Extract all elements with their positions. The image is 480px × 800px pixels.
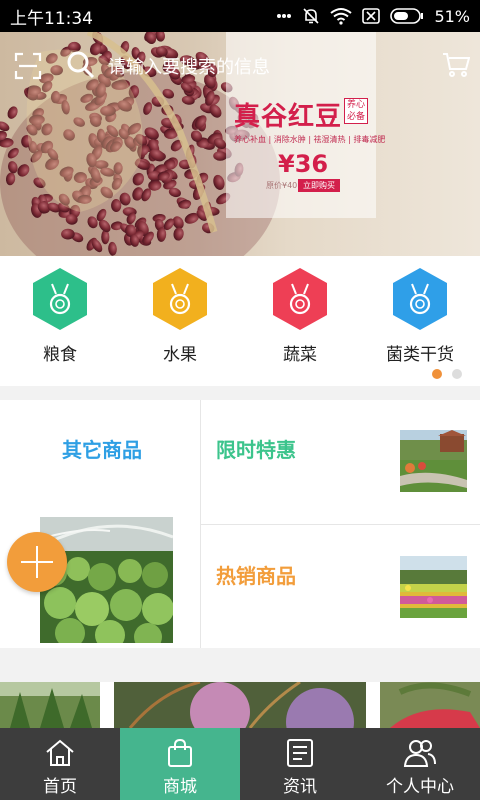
section-divider (0, 648, 480, 682)
category-label: 菌类干货 (386, 345, 454, 365)
cart-icon[interactable] (442, 52, 471, 82)
tab-label: 商城 (163, 777, 197, 797)
news-icon (287, 739, 313, 767)
status-time: 上午11:34 (10, 8, 93, 29)
status-icons: 51% (276, 7, 470, 26)
status-bar: 上午11:34 51% (0, 0, 480, 32)
medal-icon (393, 268, 447, 330)
home-icon (46, 739, 74, 766)
promo-title: 真谷红豆 (234, 102, 343, 132)
medal-icon (33, 268, 87, 330)
hot-products-title[interactable]: 热销商品 (216, 560, 296, 589)
hot-products-image[interactable] (400, 556, 467, 618)
section-divider (0, 386, 480, 400)
product-image-strip[interactable] (0, 682, 480, 728)
medal-icon (153, 268, 207, 330)
mute-bell-icon (302, 7, 320, 25)
search-bar (0, 32, 480, 96)
page-dot-active[interactable] (432, 369, 442, 379)
promo-badge: 养心必备 (344, 98, 368, 124)
promo-buy-button[interactable]: 立即购买 (298, 179, 340, 192)
tab-label: 个人中心 (386, 777, 454, 797)
more-dots-icon (276, 13, 292, 19)
tab-news[interactable]: 资讯 (240, 728, 360, 800)
page-dot[interactable] (452, 369, 462, 379)
battery-icon (390, 8, 424, 24)
tab-mall[interactable]: 商城 (120, 728, 240, 800)
promo-price: ¥36 (278, 150, 329, 178)
search-icon[interactable] (66, 50, 96, 84)
promo-tags: 养心补血 | 消除水肿 | 祛湿清热 | 排毒减肥 (234, 135, 386, 144)
medal-icon (273, 268, 327, 330)
category-item-mushroom[interactable]: 菌类干货 (360, 256, 480, 386)
wifi-icon (330, 7, 353, 25)
add-floating-button[interactable] (7, 532, 67, 592)
search-input[interactable] (108, 54, 408, 80)
scan-icon[interactable] (14, 52, 42, 84)
category-label: 水果 (163, 345, 197, 365)
category-item-fruit[interactable]: 水果 (120, 256, 240, 386)
product-section-grid: 其它商品 限时特惠 热销商品 (0, 400, 480, 648)
flash-sale-title[interactable]: 限时特惠 (216, 434, 296, 463)
grid-divider-horizontal (200, 524, 480, 525)
tab-label: 资讯 (283, 777, 317, 797)
page-indicator (432, 369, 462, 379)
tab-label: 首页 (43, 777, 77, 797)
shopping-bag-icon (168, 738, 192, 767)
bottom-tab-bar: 首页 商城 资讯 个人中心 (0, 728, 480, 800)
category-item-vegetable[interactable]: 蔬菜 (240, 256, 360, 386)
flash-sale-image[interactable] (400, 430, 467, 492)
other-products-title[interactable]: 其它商品 (62, 434, 142, 463)
category-item-grain[interactable]: 粮食 (0, 256, 120, 386)
tab-user-center[interactable]: 个人中心 (360, 728, 480, 800)
promo-original-price: 原价¥40 (266, 181, 298, 190)
tab-home[interactable]: 首页 (0, 728, 120, 800)
sim-off-icon (362, 8, 381, 24)
category-row: 粮食 水果 蔬菜 菌类干货 (0, 256, 480, 386)
user-center-icon (403, 740, 436, 767)
category-label: 蔬菜 (283, 345, 317, 365)
battery-percent: 51% (434, 6, 470, 26)
category-label: 粮食 (43, 345, 77, 365)
